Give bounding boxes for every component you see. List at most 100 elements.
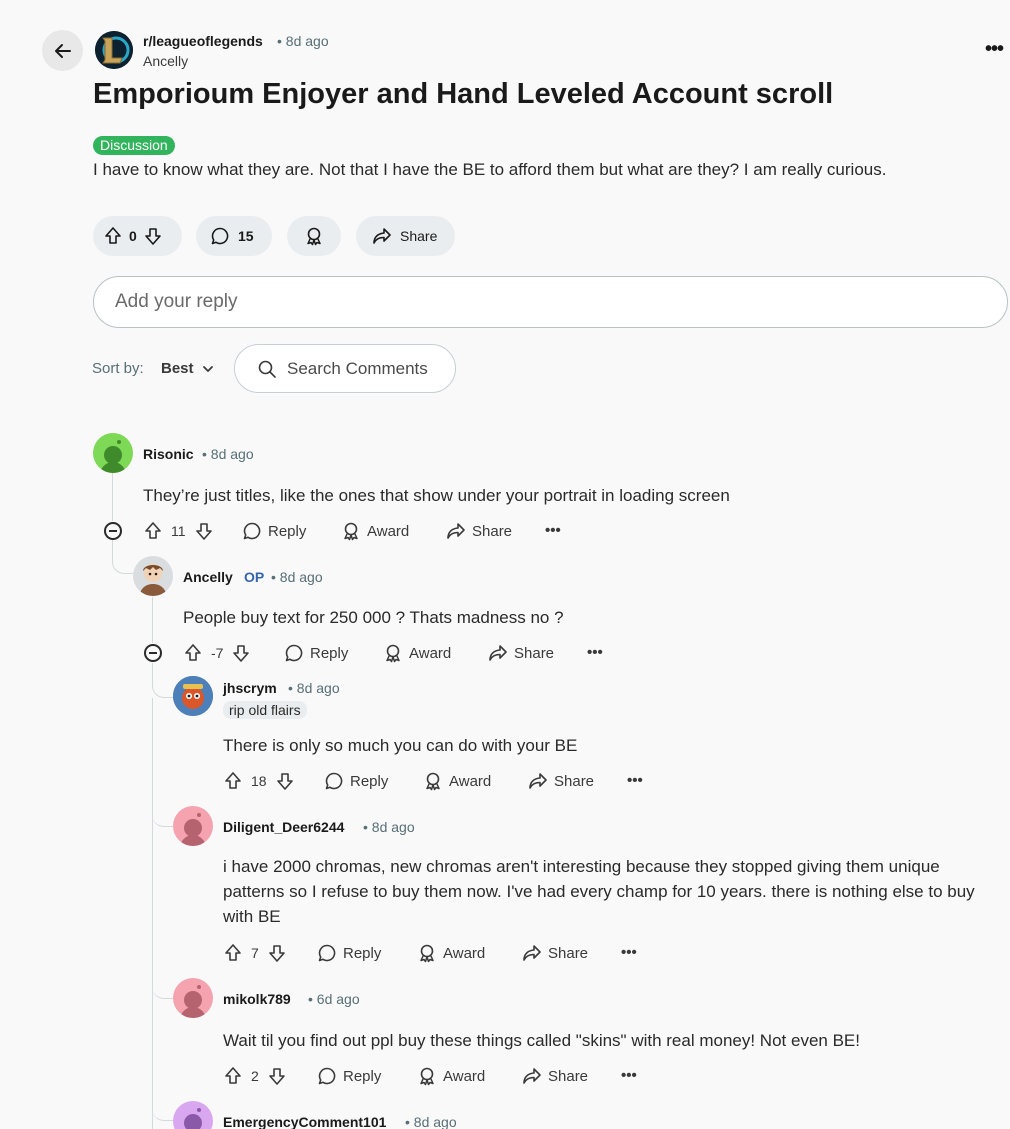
avatar[interactable] (93, 433, 133, 473)
share-icon (447, 523, 465, 539)
share-label: Share (548, 1067, 589, 1085)
share-label: Share (548, 944, 589, 962)
award-button[interactable]: Award (341, 521, 409, 541)
comment-text: i have 2000 chromas, new chromas aren't … (223, 854, 975, 929)
search-comments-placeholder: Search Comments (287, 358, 428, 378)
comment-icon (325, 772, 343, 790)
league-logo-icon (95, 31, 133, 69)
share-icon (529, 773, 547, 789)
search-comments-input[interactable]: Search Comments (234, 344, 456, 393)
thread-curve (152, 970, 173, 999)
comment-author[interactable]: Risonic (143, 446, 194, 462)
more-options-icon[interactable]: ••• (621, 1067, 637, 1084)
comment-text: Wait til you find out ppl buy these thin… (223, 1031, 860, 1050)
award-label: Award (443, 944, 486, 962)
share-label: Share (554, 772, 595, 790)
share-icon (373, 228, 391, 244)
reply-input[interactable] (115, 291, 1007, 313)
downvote-icon[interactable] (275, 771, 295, 791)
user-avatar-icon (139, 564, 167, 596)
comments-count: 15 (238, 228, 254, 244)
comment-author[interactable]: jhscrym (223, 680, 277, 696)
award-button[interactable]: Award (417, 943, 485, 963)
post-author[interactable]: Ancelly (143, 53, 188, 69)
award-icon (420, 944, 434, 963)
reply-button[interactable]: Reply (324, 771, 388, 791)
comment-vote-group: 18 (223, 771, 295, 791)
reply-button[interactable]: Reply (242, 521, 306, 541)
comments-button[interactable]: 15 (196, 216, 272, 256)
downvote-icon[interactable] (194, 521, 214, 541)
more-options-icon[interactable]: ••• (985, 38, 1004, 61)
subreddit-name[interactable]: r/leagueoflegends (143, 33, 263, 49)
thread-line (152, 698, 153, 1129)
upvote-icon[interactable] (223, 943, 243, 963)
sort-value: Best (161, 360, 194, 377)
award-button[interactable] (287, 216, 341, 256)
avatar[interactable] (173, 806, 213, 846)
share-button[interactable]: Share (528, 771, 594, 791)
snoo-icon (180, 813, 206, 846)
subreddit-avatar[interactable] (95, 31, 133, 69)
award-icon (386, 644, 400, 663)
reply-box[interactable] (93, 276, 1008, 328)
chevron-down-icon (202, 365, 213, 372)
downvote-icon[interactable] (267, 1066, 287, 1086)
avatar[interactable] (173, 978, 213, 1018)
avatar[interactable] (173, 676, 213, 716)
snoo-icon (184, 1108, 202, 1129)
award-icon (344, 522, 358, 541)
comment-author[interactable]: Diligent_Deer6244 (223, 819, 344, 835)
share-button[interactable]: Share (446, 521, 512, 541)
user-flair: rip old flairs (223, 701, 307, 719)
sort-label: Sort by: (92, 360, 144, 377)
comment-author[interactable]: Ancelly (183, 569, 233, 585)
share-button[interactable]: Share (488, 643, 554, 663)
upvote-icon[interactable] (143, 521, 163, 541)
comment-time: • 6d ago (308, 991, 360, 1007)
comment-icon (243, 522, 261, 540)
post-time: • 8d ago (277, 33, 329, 49)
avatar[interactable] (133, 556, 173, 596)
upvote-icon[interactable] (223, 1066, 243, 1086)
thread-curve (152, 800, 173, 827)
share-button[interactable]: Share (356, 216, 455, 256)
comment-text-line: patterns so I refuse to buy them now. I'… (223, 882, 975, 901)
upvote-icon[interactable] (183, 643, 203, 663)
comment-author[interactable]: EmergencyComment101 (223, 1114, 386, 1129)
post-flair[interactable]: Discussion (93, 136, 175, 155)
post-vote-count: 0 (129, 228, 137, 244)
collapse-thread-button[interactable] (104, 522, 122, 540)
sort-dropdown[interactable]: Best (161, 360, 214, 377)
downvote-icon[interactable] (143, 226, 163, 246)
collapse-thread-button[interactable] (144, 644, 162, 662)
reply-label: Reply (350, 772, 389, 790)
upvote-icon[interactable] (223, 771, 243, 791)
reply-button[interactable]: Reply (284, 643, 348, 663)
award-button[interactable]: Award (423, 771, 491, 791)
award-button[interactable]: Award (417, 1066, 485, 1086)
share-label: Share (400, 228, 438, 244)
comment-text: People buy text for 250 000 ? Thats madn… (183, 608, 564, 627)
downvote-icon[interactable] (267, 943, 287, 963)
more-options-icon[interactable]: ••• (545, 522, 561, 539)
downvote-icon[interactable] (231, 643, 251, 663)
share-label: Share (514, 644, 555, 662)
comment-vote-count: 2 (251, 1068, 259, 1084)
upvote-icon[interactable] (103, 226, 123, 246)
more-options-icon[interactable]: ••• (587, 644, 603, 661)
user-avatar-icon (173, 676, 213, 716)
back-button[interactable] (42, 30, 83, 71)
comment-vote-group: -7 (183, 643, 251, 663)
more-options-icon[interactable]: ••• (621, 944, 637, 961)
share-button[interactable]: Share (522, 1066, 588, 1086)
comment-time: • 8d ago (271, 569, 323, 585)
reply-button[interactable]: Reply (317, 943, 381, 963)
award-button[interactable]: Award (383, 643, 451, 663)
avatar[interactable] (173, 1101, 213, 1129)
share-button[interactable]: Share (522, 943, 588, 963)
comment-author[interactable]: mikolk789 (223, 991, 291, 1007)
reply-button[interactable]: Reply (317, 1066, 381, 1086)
search-icon (258, 360, 276, 378)
more-options-icon[interactable]: ••• (627, 772, 643, 789)
